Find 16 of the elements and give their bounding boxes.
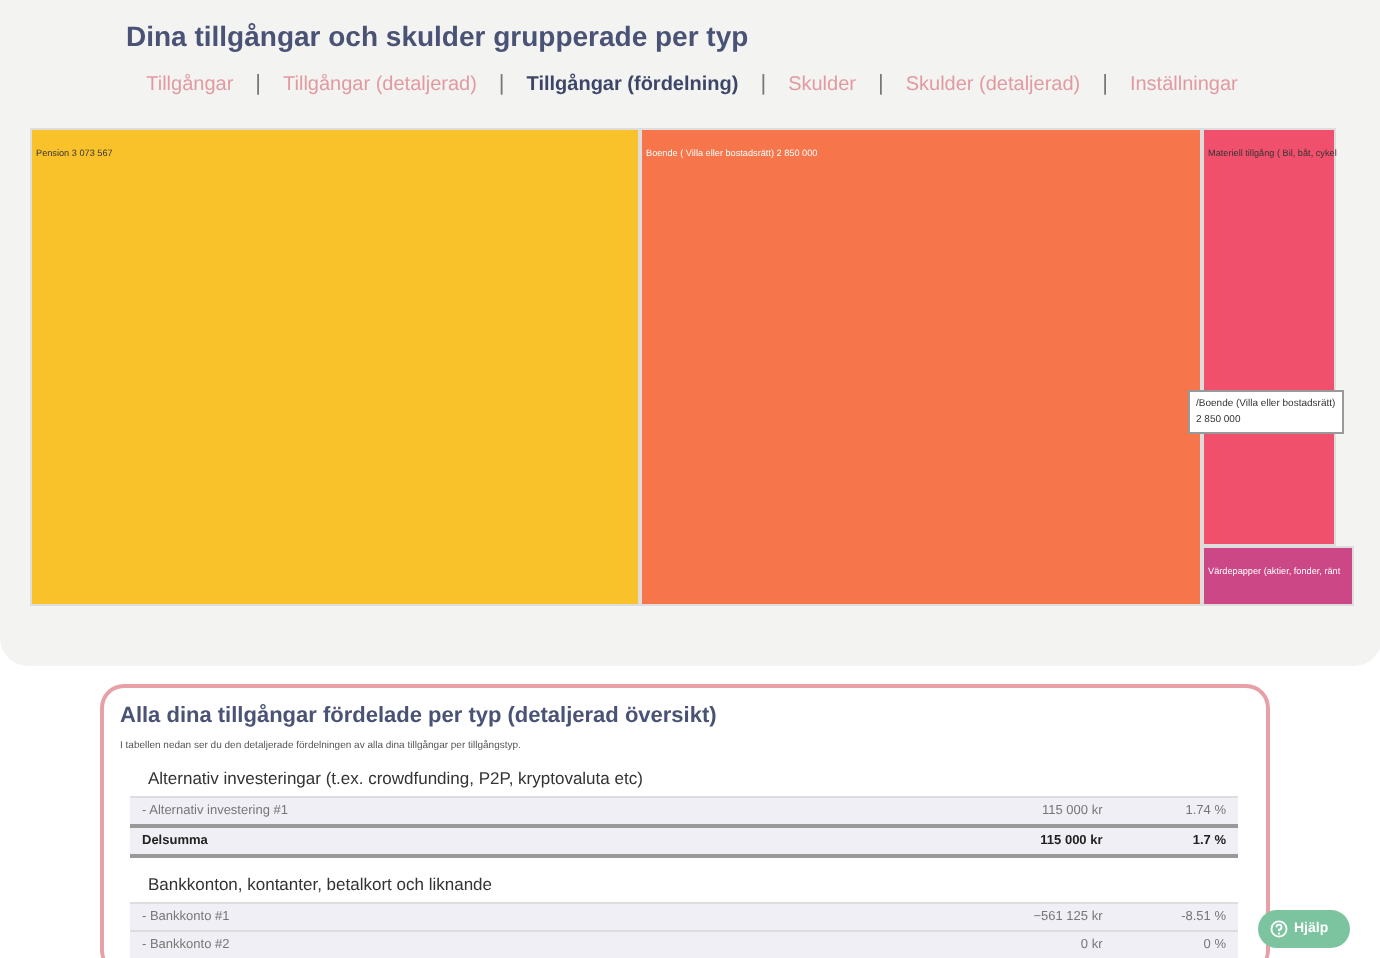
tab[interactable]: Inställningar	[1129, 73, 1238, 95]
tab[interactable]: Tillgångar	[146, 73, 234, 95]
group-heading: Alternativ investeringar (t.ex. crowdfunding, P2P, kryptovaluta etc)	[148, 768, 645, 788]
question-icon	[1270, 920, 1288, 938]
group-heading: Bankkonton, kontanter, betalkort och liknande	[148, 874, 495, 894]
tab-separator: |	[255, 72, 262, 96]
tab-separator: |	[1102, 72, 1108, 96]
tab[interactable]: Tillgångar (detaljerad)	[283, 73, 477, 95]
tab-separator: |	[760, 72, 767, 96]
tab[interactable]: Skulder	[788, 73, 856, 95]
tab-separator: |	[498, 72, 505, 96]
tab[interactable]: Skulder (detaljerad)	[905, 73, 1081, 95]
tab[interactable]: Tillgångar (fördelning)	[526, 73, 739, 95]
tab-separator: |	[877, 72, 884, 96]
card-title: Alla dina tillgångar fördelade per typ (detaljerad översikt)	[120, 704, 719, 728]
page-title: Dina tillgångar och skulder grupperade per typ	[126, 18, 751, 56]
